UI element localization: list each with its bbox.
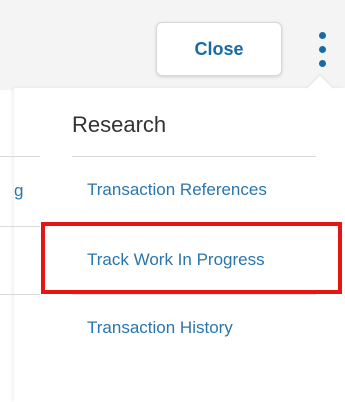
highlight-box	[41, 222, 342, 294]
background-divider	[0, 156, 40, 157]
background-divider	[0, 294, 40, 295]
menu-item-transaction-references[interactable]: Transaction References	[87, 180, 267, 200]
close-button[interactable]: Close	[156, 22, 282, 76]
background-nav: g	[0, 88, 40, 402]
background-nav-text: g	[14, 181, 24, 200]
section-title-research: Research	[72, 112, 167, 137]
section-divider	[72, 156, 316, 157]
kebab-vertical-icon[interactable]	[312, 28, 334, 72]
top-bar: Close	[0, 0, 345, 90]
background-divider	[0, 226, 40, 227]
menu-item-transaction-history[interactable]: Transaction History	[87, 318, 233, 338]
item-separator	[72, 294, 316, 295]
